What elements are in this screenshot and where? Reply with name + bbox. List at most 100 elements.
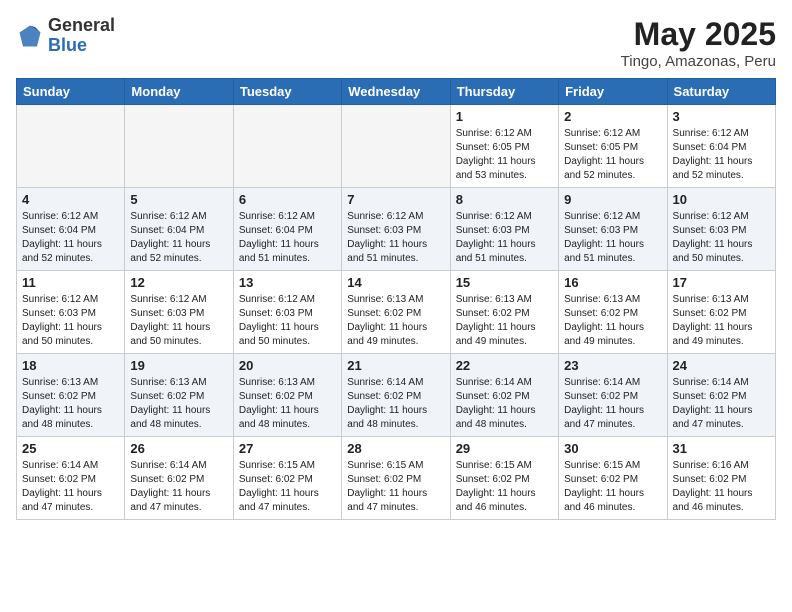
day-number: 27	[239, 441, 336, 456]
day-info: Sunrise: 6:16 AMSunset: 6:02 PMDaylight:…	[673, 459, 770, 515]
day-header-tuesday: Tuesday	[233, 79, 341, 105]
calendar-day: 25 Sunrise: 6:14 AMSunset: 6:02 PMDayligh…	[17, 437, 125, 520]
day-number: 28	[347, 441, 444, 456]
calendar-day: 9Sunrise: 6:12 AMSunset: 6:03 PMDaylight…	[559, 188, 667, 271]
calendar-day: 21Sunrise: 6:14 AMSunset: 6:02 PMDayligh…	[342, 354, 450, 437]
calendar-day: 5 Sunrise: 6:12 AMSunset: 6:04 PMDaylight…	[125, 188, 233, 271]
day-number: 2	[564, 109, 661, 124]
day-info: Sunrise: 6:15 AMSunset: 6:02 PMDaylight:…	[456, 459, 553, 515]
day-info: Sunrise: 6:13 AMSunset: 6:02 PMDaylight:…	[22, 376, 119, 432]
day-number: 23	[564, 358, 661, 373]
day-header-monday: Monday	[125, 79, 233, 105]
day-info: Sunrise: 6:12 AMSunset: 6:03 PMDaylight:…	[22, 293, 119, 349]
day-number: 7	[347, 192, 444, 207]
calendar-day: 31 Sunrise: 6:16 AMSunset: 6:02 PMDayligh…	[667, 437, 775, 520]
day-info: Sunrise: 6:12 AMSunset: 6:04 PMDaylight:…	[130, 210, 227, 266]
day-info: Sunrise: 6:12 AMSunset: 6:04 PMDaylight:…	[239, 210, 336, 266]
day-number: 15	[456, 275, 553, 290]
calendar-day: 18 Sunrise: 6:13 AMSunset: 6:02 PMDayligh…	[17, 354, 125, 437]
day-info: Sunrise: 6:13 AMSunset: 6:02 PMDaylight:…	[239, 376, 336, 432]
calendar-day: 11 Sunrise: 6:12 AMSunset: 6:03 PMDayligh…	[17, 271, 125, 354]
calendar-day: 22Sunrise: 6:14 AMSunset: 6:02 PMDayligh…	[450, 354, 558, 437]
calendar-body: 1Sunrise: 6:12 AMSunset: 6:05 PMDaylight…	[17, 105, 776, 520]
logo-text: General Blue	[48, 16, 115, 56]
calendar-day: 23 Sunrise: 6:14 AMSunset: 6:02 PMDayligh…	[559, 354, 667, 437]
day-number: 5	[130, 192, 227, 207]
calendar-day: 17Sunrise: 6:13 AMSunset: 6:02 PMDayligh…	[667, 271, 775, 354]
day-number: 11	[22, 275, 119, 290]
day-number: 20	[239, 358, 336, 373]
day-number: 24	[673, 358, 770, 373]
logo-blue: Blue	[48, 35, 87, 55]
day-number: 10	[673, 192, 770, 207]
day-number: 26	[130, 441, 227, 456]
logo-icon	[16, 22, 44, 50]
month-year-title: May 2025	[621, 16, 776, 53]
day-header-wednesday: Wednesday	[342, 79, 450, 105]
header-row: SundayMondayTuesdayWednesdayThursdayFrid…	[17, 79, 776, 105]
day-info: Sunrise: 6:15 AMSunset: 6:02 PMDaylight:…	[564, 459, 661, 515]
day-info: Sunrise: 6:15 AMSunset: 6:02 PMDaylight:…	[347, 459, 444, 515]
day-info: Sunrise: 6:12 AMSunset: 6:03 PMDaylight:…	[456, 210, 553, 266]
day-header-sunday: Sunday	[17, 79, 125, 105]
calendar-day: 29 Sunrise: 6:15 AMSunset: 6:02 PMDayligh…	[450, 437, 558, 520]
day-info: Sunrise: 6:13 AMSunset: 6:02 PMDaylight:…	[673, 293, 770, 349]
logo: General Blue	[16, 16, 115, 56]
calendar-day: 12 Sunrise: 6:12 AMSunset: 6:03 PMDayligh…	[125, 271, 233, 354]
day-info: Sunrise: 6:12 AMSunset: 6:03 PMDaylight:…	[130, 293, 227, 349]
calendar-day: 4 Sunrise: 6:12 AMSunset: 6:04 PMDaylight…	[17, 188, 125, 271]
day-info: Sunrise: 6:15 AMSunset: 6:02 PMDaylight:…	[239, 459, 336, 515]
day-info: Sunrise: 6:14 AMSunset: 6:02 PMDaylight:…	[564, 376, 661, 432]
day-info: Sunrise: 6:12 AMSunset: 6:03 PMDaylight:…	[239, 293, 336, 349]
calendar-week-3: 11 Sunrise: 6:12 AMSunset: 6:03 PMDayligh…	[17, 271, 776, 354]
calendar-day: 2Sunrise: 6:12 AMSunset: 6:05 PMDaylight…	[559, 105, 667, 188]
calendar-day: 8 Sunrise: 6:12 AMSunset: 6:03 PMDaylight…	[450, 188, 558, 271]
calendar-day: 15 Sunrise: 6:13 AMSunset: 6:02 PMDayligh…	[450, 271, 558, 354]
day-info: Sunrise: 6:12 AMSunset: 6:04 PMDaylight:…	[22, 210, 119, 266]
calendar-day: 16Sunrise: 6:13 AMSunset: 6:02 PMDayligh…	[559, 271, 667, 354]
calendar-header: SundayMondayTuesdayWednesdayThursdayFrid…	[17, 79, 776, 105]
day-info: Sunrise: 6:12 AMSunset: 6:04 PMDaylight:…	[673, 127, 770, 183]
location-subtitle: Tingo, Amazonas, Peru	[621, 53, 776, 70]
page-header: General Blue May 2025 Tingo, Amazonas, P…	[16, 16, 776, 70]
calendar-day: 7Sunrise: 6:12 AMSunset: 6:03 PMDaylight…	[342, 188, 450, 271]
day-info: Sunrise: 6:14 AMSunset: 6:02 PMDaylight:…	[673, 376, 770, 432]
day-number: 14	[347, 275, 444, 290]
day-info: Sunrise: 6:14 AMSunset: 6:02 PMDaylight:…	[22, 459, 119, 515]
day-number: 6	[239, 192, 336, 207]
day-info: Sunrise: 6:12 AMSunset: 6:03 PMDaylight:…	[673, 210, 770, 266]
calendar-day: 13 Sunrise: 6:12 AMSunset: 6:03 PMDayligh…	[233, 271, 341, 354]
day-info: Sunrise: 6:13 AMSunset: 6:02 PMDaylight:…	[347, 293, 444, 349]
calendar-table: SundayMondayTuesdayWednesdayThursdayFrid…	[16, 78, 776, 520]
day-info: Sunrise: 6:13 AMSunset: 6:02 PMDaylight:…	[130, 376, 227, 432]
day-number: 1	[456, 109, 553, 124]
calendar-week-4: 18 Sunrise: 6:13 AMSunset: 6:02 PMDayligh…	[17, 354, 776, 437]
day-info: Sunrise: 6:14 AMSunset: 6:02 PMDaylight:…	[130, 459, 227, 515]
day-number: 21	[347, 358, 444, 373]
day-header-thursday: Thursday	[450, 79, 558, 105]
day-number: 4	[22, 192, 119, 207]
day-number: 13	[239, 275, 336, 290]
day-info: Sunrise: 6:13 AMSunset: 6:02 PMDaylight:…	[456, 293, 553, 349]
title-block: May 2025 Tingo, Amazonas, Peru	[621, 16, 776, 70]
calendar-day: 1Sunrise: 6:12 AMSunset: 6:05 PMDaylight…	[450, 105, 558, 188]
day-number: 30	[564, 441, 661, 456]
calendar-day: 26 Sunrise: 6:14 AMSunset: 6:02 PMDayligh…	[125, 437, 233, 520]
day-number: 8	[456, 192, 553, 207]
calendar-day: 19 Sunrise: 6:13 AMSunset: 6:02 PMDayligh…	[125, 354, 233, 437]
calendar-day: 28 Sunrise: 6:15 AMSunset: 6:02 PMDayligh…	[342, 437, 450, 520]
calendar-week-2: 4 Sunrise: 6:12 AMSunset: 6:04 PMDaylight…	[17, 188, 776, 271]
day-number: 31	[673, 441, 770, 456]
day-number: 9	[564, 192, 661, 207]
day-number: 25	[22, 441, 119, 456]
calendar-week-5: 25 Sunrise: 6:14 AMSunset: 6:02 PMDayligh…	[17, 437, 776, 520]
calendar-day: 10 Sunrise: 6:12 AMSunset: 6:03 PMDayligh…	[667, 188, 775, 271]
calendar-day: 24 Sunrise: 6:14 AMSunset: 6:02 PMDayligh…	[667, 354, 775, 437]
day-number: 29	[456, 441, 553, 456]
day-number: 19	[130, 358, 227, 373]
day-number: 18	[22, 358, 119, 373]
day-number: 22	[456, 358, 553, 373]
calendar-day: 27 Sunrise: 6:15 AMSunset: 6:02 PMDayligh…	[233, 437, 341, 520]
day-number: 12	[130, 275, 227, 290]
logo-general: General	[48, 15, 115, 35]
